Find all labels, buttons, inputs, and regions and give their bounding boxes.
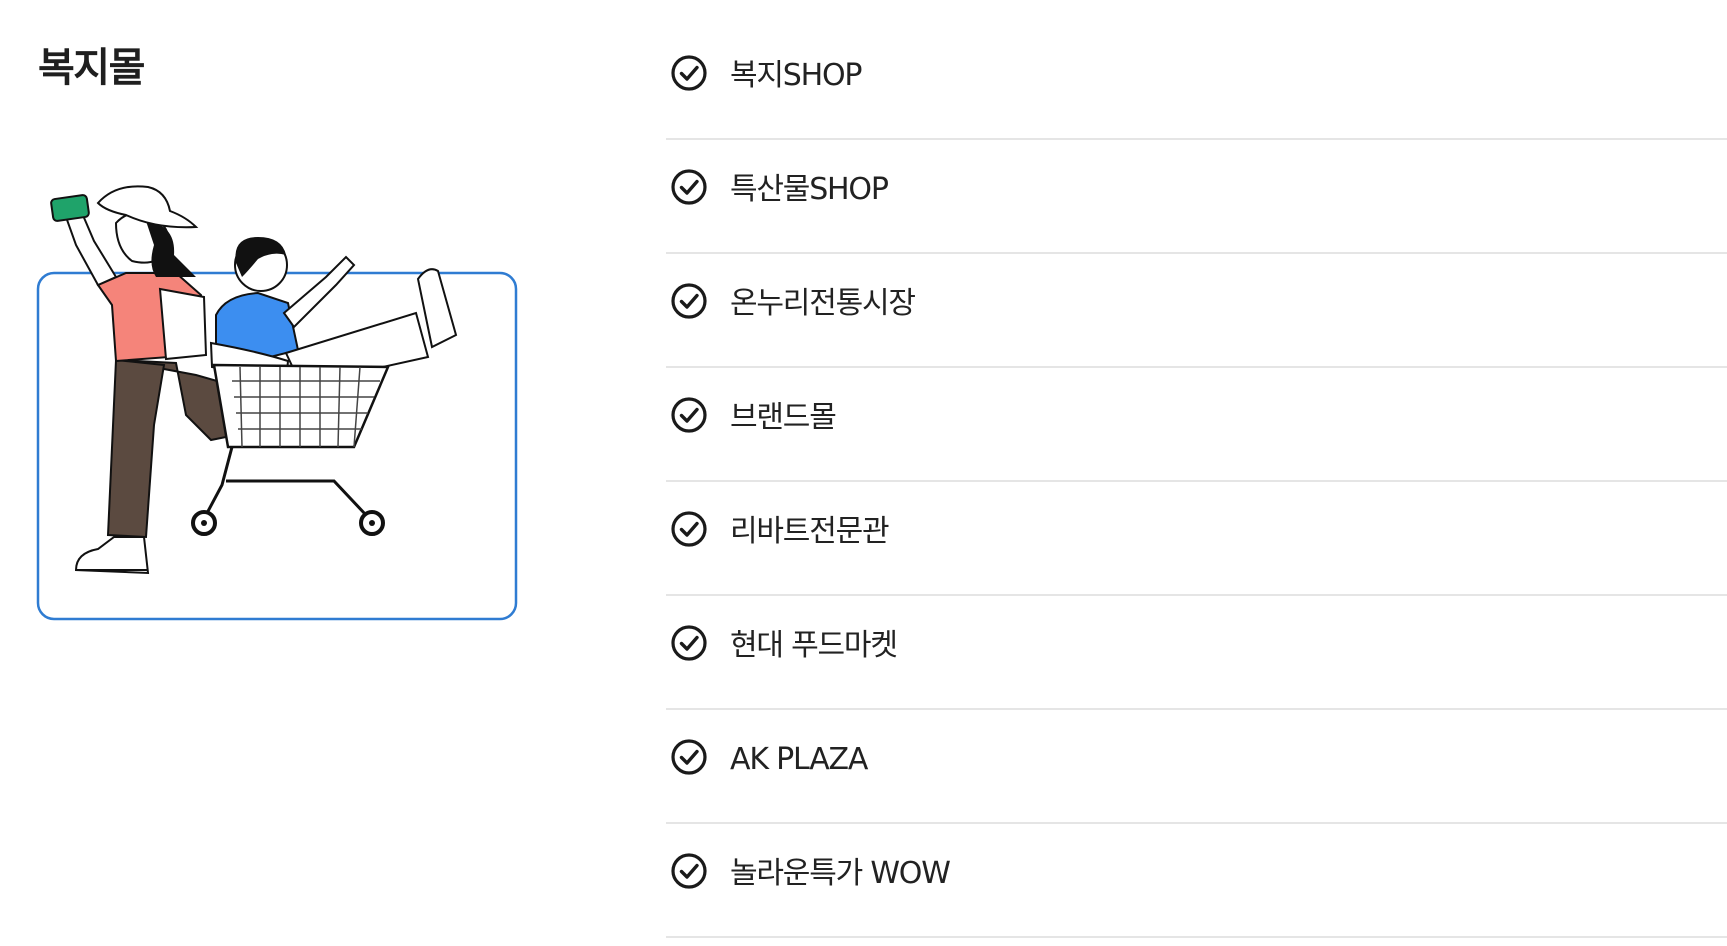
menu-item-label: 현대 푸드마켓 <box>730 628 898 663</box>
menu-item-5[interactable]: 리바트전문관 <box>666 482 1727 596</box>
menu-item-label: 놀라운특가 WOW <box>730 856 951 891</box>
welfare-mall-page: 복지몰 복지SHOP 특산물SHOP 온누리전통시장 브랜드몰 리바트전문관 현… <box>0 0 1727 946</box>
section-title: 복지몰 <box>38 45 145 91</box>
menu-item-6[interactable]: 현대 푸드마켓 <box>666 596 1727 710</box>
menu-item-label: 리바트전문관 <box>730 514 890 549</box>
menu-item-label: 복지SHOP <box>730 58 863 93</box>
menu-item-2[interactable]: 특산물SHOP <box>666 140 1727 254</box>
mall-menu-list: 복지SHOP 특산물SHOP 온누리전통시장 브랜드몰 리바트전문관 현대 푸드… <box>666 26 1727 938</box>
check-circle-icon <box>670 282 708 320</box>
menu-item-7[interactable]: AK PLAZA <box>666 710 1727 824</box>
menu-item-1[interactable]: 복지SHOP <box>666 26 1727 140</box>
shopping-cart-illustration <box>36 185 526 625</box>
check-circle-icon <box>670 54 708 92</box>
menu-item-label: 온누리전통시장 <box>730 286 916 321</box>
check-circle-icon <box>670 738 708 776</box>
menu-item-label: 브랜드몰 <box>730 400 837 435</box>
menu-item-4[interactable]: 브랜드몰 <box>666 368 1727 482</box>
menu-item-8[interactable]: 놀라운특가 WOW <box>666 824 1727 938</box>
check-circle-icon <box>670 624 708 662</box>
menu-item-label: AK PLAZA <box>730 742 868 777</box>
check-circle-icon <box>670 852 708 890</box>
check-circle-icon <box>670 168 708 206</box>
menu-item-3[interactable]: 온누리전통시장 <box>666 254 1727 368</box>
check-circle-icon <box>670 510 708 548</box>
menu-item-label: 특산물SHOP <box>730 172 889 207</box>
check-circle-icon <box>670 396 708 434</box>
